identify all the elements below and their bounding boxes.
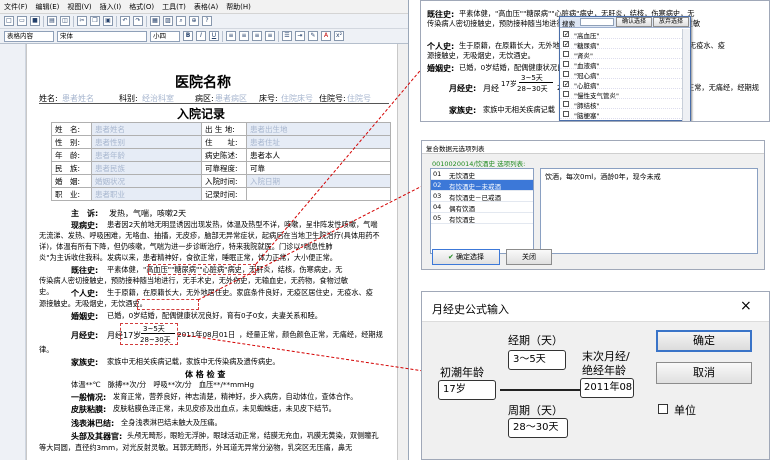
checklist-checkbox[interactable] [563,91,569,97]
option-row[interactable]: 02 有饮酒史－未戒酒 [431,180,533,191]
option-row[interactable]: 03 有饮酒史－已戒酒 [431,191,533,202]
p1-fraction-bar [519,82,553,83]
checklist-items: ✓ "高血压" ✓ "糖尿病" "肾炎" "血液病" "冠心病" ✓ "心脏病" "慢性支气管炎"… [560,29,682,121]
p1-menstrual-prefix: 月经 [483,84,499,93]
option-row[interactable]: 05 有饮酒史 [431,213,533,224]
checklist-item[interactable]: "肺结核" [560,99,682,110]
checklist-checkbox[interactable]: ✓ [563,41,569,48]
confirm-selection-button[interactable]: ✔ 确定选择 [432,249,500,265]
p1-family-text[interactable]: 家族中无相关疾病记载 [483,105,555,115]
p1-menstrual-label: 月经史: [449,84,477,93]
option-label: 偶有饮酒 [449,205,475,213]
checklist-item-label: "脑梗塞" [574,112,600,120]
checklist-item[interactable]: ✓ "心脏病" [560,79,682,90]
checklist-checkbox[interactable] [563,111,569,117]
checklist-item[interactable]: ✓ "糖尿病" [560,39,682,50]
checklist-checkbox[interactable]: ✓ [563,31,569,38]
ok-button[interactable]: 确定 [656,330,752,352]
arrow-to-menstrual-popup [177,333,431,375]
checklist-checkbox[interactable] [563,71,569,77]
checklist-checkbox[interactable] [563,101,569,107]
option-label: 有饮酒史－未戒酒 [449,183,501,191]
close-label: 关闭 [522,253,536,261]
unit-label: 单位 [674,404,696,417]
checklist-item[interactable]: "冠心病" [560,69,682,80]
drinking-history-dialog: 复合数据元选项列表 0010020014/饮酒史 选项列表: 01 无饮酒史 02 有… [421,140,765,270]
p1-family-label: 家族史: [449,106,477,115]
unit-checkbox[interactable] [658,404,668,414]
close-button[interactable]: 关闭 [506,249,552,265]
checklist-item[interactable]: "肾炎" [560,49,682,60]
option-number: 02 [433,181,442,189]
checklist-toolbar: 搜索 确认选择 放弃选择 [560,17,690,28]
past-history-popup: 既往史: 平素体健，"高血压""糖尿病""心脏病"病史，无肝炎，结核，伤寒病史，… [420,0,770,122]
option-row[interactable]: 01 无饮酒史 [431,169,533,180]
first-age-input[interactable]: 17岁 [438,380,496,400]
checklist-scrollbar[interactable] [682,29,690,121]
option-number: 03 [433,192,442,200]
option-number: 01 [433,170,442,178]
checklist-confirm-button[interactable]: 确认选择 [616,17,652,27]
cycle-input[interactable]: 28～30天 [508,418,568,438]
arrow-to-past-history-popup [255,58,431,265]
menstrual-formula-dialog: 月经史公式输入 × 初潮年龄 17岁 经期（天） 3～5天 周期（天） 28～3… [421,291,770,460]
checklist-search-label: 搜索 [562,20,575,28]
dialog-title: 复合数据元选项列表 [426,145,485,153]
option-number: 04 [433,203,442,211]
option-label: 有饮酒史 [449,216,475,224]
past-history-checklist: 搜索 确认选择 放弃选择 ✓ "高血压" ✓ "糖尿病" "肾炎" "血液病" "冠心病" ✓… [559,16,691,121]
option-label: 有饮酒史－已戒酒 [449,194,501,202]
first-age-label: 初潮年龄 [440,366,484,379]
dialog-title: 月经史公式输入 [432,303,509,316]
period-input[interactable]: 3～5天 [508,350,566,370]
checklist-item[interactable]: "慢性支气管炎" [560,89,682,100]
p1-menstrual-age[interactable]: 17岁 [501,79,517,89]
checklist-checkbox[interactable] [563,61,569,67]
arrow-to-drinking-popup [197,181,431,301]
p1-personal-line2[interactable]: 源接触史，无吸烟史，无饮酒史。 [427,51,535,61]
confirm-selection-label: 确定选择 [456,253,485,261]
checklist-search-input[interactable] [580,18,614,26]
p1-menstrual-cycle[interactable]: 28~30天 [517,84,548,94]
checklist-item[interactable]: ✓ "高血压" [560,29,682,40]
option-list-subtitle: 0010020014/饮酒史 选项列表: [432,160,526,168]
option-detail-text[interactable]: 饮酒，每次0ml，酒龄0年，现今未戒 [545,172,661,182]
option-row[interactable]: 04 偶有饮酒 [431,202,533,213]
checklist-checkbox[interactable] [563,51,569,57]
checklist-item[interactable]: "血液病" [560,59,682,70]
dialog-titlebar: 复合数据元选项列表 [422,141,764,154]
last-period-label-2: 绝经年龄 [582,364,626,377]
option-number: 05 [433,214,442,222]
last-period-input[interactable]: 2011年08 [580,378,634,398]
check-icon: ✔ [447,253,457,261]
cycle-label: 周期（天） [508,404,563,417]
checklist-item[interactable]: "脑梗塞" [560,109,682,120]
p1-marital-label: 婚姻史: [427,64,455,73]
option-detail[interactable]: 饮酒，每次0ml，酒龄0年，现今未戒 [540,168,758,254]
cancel-button[interactable]: 取消 [656,362,752,384]
option-list: 01 无饮酒史 02 有饮酒史－未戒酒 03 有饮酒史－已戒酒 04 偶有饮酒 05 有饮酒史 [430,168,534,254]
period-label: 经期（天） [508,334,563,347]
checklist-checkbox[interactable]: ✓ [563,81,569,88]
dialog-titlebar: 月经史公式输入 × [422,292,769,322]
checklist-cancel-button[interactable]: 放弃选择 [653,17,689,27]
close-icon[interactable]: × [740,298,752,314]
option-label: 无饮酒史 [449,172,475,180]
